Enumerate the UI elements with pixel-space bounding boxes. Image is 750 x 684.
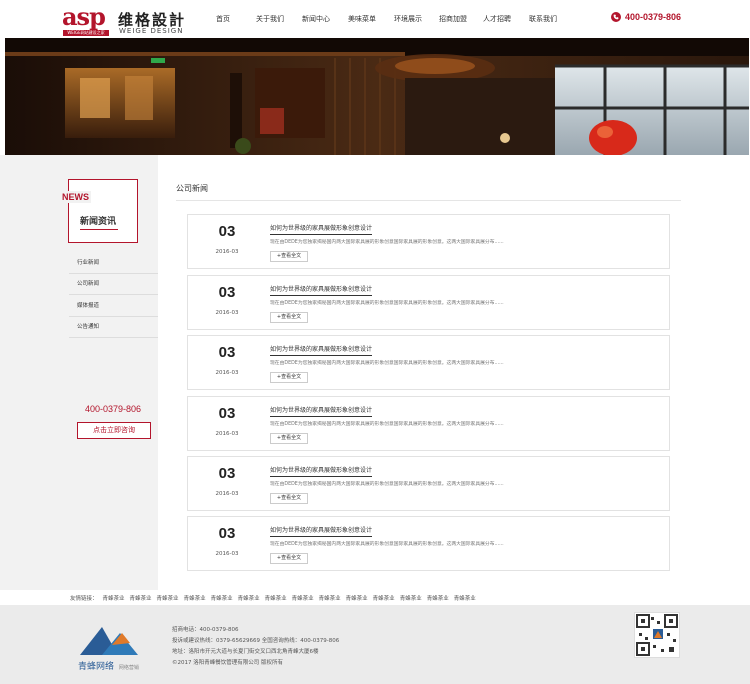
site-header: asp WEIGE网站建设之家 维格設計 WEIGE DESIGN 首页 关于我… bbox=[0, 0, 750, 38]
nav-home[interactable]: 首页 bbox=[216, 14, 256, 24]
friend-link[interactable]: 青蜂茶业 bbox=[427, 594, 449, 602]
footer-brand-sub: 网络营销 bbox=[118, 665, 139, 671]
news-day: 03 bbox=[218, 405, 236, 422]
friend-link[interactable]: 青蜂茶业 bbox=[373, 594, 395, 602]
friend-link[interactable]: 青蜂茶业 bbox=[238, 594, 260, 602]
news-excerpt: 现在由DEDE为您独家揭秘国内两大国际家具展的形象创意国际家具展的形象创意。这两… bbox=[270, 482, 504, 487]
news-day: 03 bbox=[218, 465, 236, 482]
news-title[interactable]: 如何为世界级的家具展做形象创意设计 bbox=[270, 525, 373, 537]
footer-copyright: ©2017 洛阳青峰餐饮管理有限公司 版权所有 bbox=[172, 660, 283, 666]
nav-franchise[interactable]: 招商加盟 bbox=[439, 14, 483, 24]
news-title[interactable]: 如何为世界级的家具展做形象创意设计 bbox=[270, 465, 373, 477]
friend-link[interactable]: 青蜂茶业 bbox=[400, 594, 422, 602]
news-card: 03 2016-03 如何为世界级的家具展做形象创意设计 现在由DEDE为您独家… bbox=[187, 516, 670, 571]
news-excerpt: 现在由DEDE为您独家揭秘国内两大国际家具展的形象创意国际家具展的形象创意。这两… bbox=[270, 240, 504, 245]
news-excerpt: 现在由DEDE为您独家揭秘国内两大国际家具展的形象创意国际家具展的形象创意。这两… bbox=[270, 542, 504, 547]
friend-link[interactable]: 青蜂茶业 bbox=[211, 594, 233, 602]
section-title: 公司新闻 bbox=[176, 184, 208, 193]
friend-link[interactable]: 青蜂茶业 bbox=[319, 594, 341, 602]
mountain-logo-icon bbox=[80, 627, 138, 655]
news-excerpt: 现在由DEDE为您独家揭秘国内两大国际家具展的形象创意国际家具展的形象创意。这两… bbox=[270, 301, 504, 306]
news-heading-box bbox=[68, 179, 138, 243]
news-day: 03 bbox=[218, 525, 236, 542]
sidebar-phone: 400-0379-806 bbox=[85, 404, 142, 414]
news-card: 03 2016-03 如何为世界级的家具展做形象创意设计 现在由DEDE为您独家… bbox=[187, 275, 670, 330]
phone-icon bbox=[611, 12, 621, 22]
news-date: 2016-03 bbox=[215, 370, 239, 376]
main-nav: 首页 关于我们 新闻中心 美味菜单 环境展示 招商加盟 人才招聘 联系我们 bbox=[216, 14, 569, 24]
nav-about[interactable]: 关于我们 bbox=[256, 14, 302, 24]
news-heading-cn: 新闻资讯 bbox=[80, 217, 117, 227]
section-divider bbox=[176, 200, 681, 201]
header-phone: 400-0379-806 bbox=[611, 12, 681, 22]
qr-code-icon bbox=[634, 612, 680, 658]
hero-banner bbox=[5, 38, 749, 155]
news-card: 03 2016-03 如何为世界级的家具展做形象创意设计 现在由DEDE为您独家… bbox=[187, 396, 670, 451]
sidebar-item-announcements[interactable]: 公告通知 bbox=[69, 316, 158, 338]
news-excerpt: 现在由DEDE为您独家揭秘国内两大国际家具展的形象创意国际家具展的形象创意。这两… bbox=[270, 422, 504, 427]
logo-tagline: WEIGE网站建设之家 bbox=[63, 30, 109, 36]
news-card: 03 2016-03 如何为世界级的家具展做形象创意设计 现在由DEDE为您独家… bbox=[187, 335, 670, 390]
friend-links-label: 友情链接： bbox=[70, 596, 98, 602]
news-card: 03 2016-03 如何为世界级的家具展做形象创意设计 现在由DEDE为您独家… bbox=[187, 456, 670, 511]
sidebar-item-company-news[interactable]: 公司新闻 bbox=[69, 273, 158, 295]
friend-link[interactable]: 青蜂茶业 bbox=[292, 594, 314, 602]
news-title[interactable]: 如何为世界级的家具展做形象创意设计 bbox=[270, 405, 373, 417]
read-more-button[interactable]: +查看全文 bbox=[270, 433, 308, 444]
friend-link[interactable]: 青蜂茶业 bbox=[184, 594, 206, 602]
friend-link[interactable]: 青蜂茶业 bbox=[130, 594, 152, 602]
news-heading-underline bbox=[80, 229, 118, 230]
news-title[interactable]: 如何为世界级的家具展做形象创意设计 bbox=[270, 344, 373, 356]
news-title[interactable]: 如何为世界级的家具展做形象创意设计 bbox=[270, 284, 373, 296]
news-excerpt: 现在由DEDE为您独家揭秘国内两大国际家具展的形象创意国际家具展的形象创意。这两… bbox=[270, 361, 504, 366]
news-card: 03 2016-03 如何为世界级的家具展做形象创意设计 现在由DEDE为您独家… bbox=[187, 214, 670, 269]
news-day: 03 bbox=[218, 344, 236, 361]
logo-asp: asp bbox=[62, 2, 106, 31]
read-more-button[interactable]: +查看全文 bbox=[270, 493, 308, 504]
nav-jobs[interactable]: 人才招聘 bbox=[483, 14, 529, 24]
read-more-button[interactable]: +查看全文 bbox=[270, 372, 308, 383]
restaurant-interior-image bbox=[5, 38, 749, 155]
nav-news[interactable]: 新闻中心 bbox=[302, 14, 348, 24]
header-phone-number: 400-0379-806 bbox=[625, 12, 682, 22]
friend-link[interactable]: 青蜂茶业 bbox=[265, 594, 287, 602]
news-date: 2016-03 bbox=[215, 551, 239, 557]
read-more-button[interactable]: +查看全文 bbox=[270, 251, 308, 262]
read-more-button[interactable]: +查看全文 bbox=[270, 312, 308, 323]
friend-link[interactable]: 青蜂茶业 bbox=[103, 594, 125, 602]
sidebar-item-media-reports[interactable]: 媒体报道 bbox=[69, 295, 158, 317]
nav-contact[interactable]: 联系我们 bbox=[529, 14, 569, 24]
news-day: 03 bbox=[218, 223, 236, 240]
news-date: 2016-03 bbox=[215, 310, 239, 316]
news-day: 03 bbox=[218, 284, 236, 301]
friend-link[interactable]: 青蜂茶业 bbox=[346, 594, 368, 602]
nav-environment[interactable]: 环境展示 bbox=[394, 14, 439, 24]
friend-link[interactable]: 青蜂茶业 bbox=[454, 594, 476, 602]
news-title[interactable]: 如何为世界级的家具展做形象创意设计 bbox=[270, 223, 373, 235]
footer-address: 地址：洛阳市开元大道与长夏门街交叉口西北角青峰大厦6楼 bbox=[172, 649, 319, 655]
news-date: 2016-03 bbox=[215, 491, 239, 497]
site-logo[interactable]: asp WEIGE网站建设之家 维格設計 WEIGE DESIGN bbox=[62, 2, 192, 36]
news-date: 2016-03 bbox=[215, 249, 239, 255]
sidebar-item-industry-news[interactable]: 行业新闻 bbox=[69, 252, 158, 274]
nav-menu[interactable]: 美味菜单 bbox=[348, 14, 394, 24]
news-date: 2016-03 bbox=[215, 431, 239, 437]
read-more-button[interactable]: +查看全文 bbox=[270, 553, 308, 564]
friend-links: 友情链接： 青蜂茶业 青蜂茶业 青蜂茶业 青蜂茶业 青蜂茶业 青蜂茶业 青蜂茶业… bbox=[70, 594, 481, 602]
footer-brand: 青蜂网络 网络营销 bbox=[78, 659, 139, 672]
news-heading-en: NEWS bbox=[60, 191, 91, 203]
consult-button[interactable]: 点击立即咨询 bbox=[77, 422, 151, 439]
footer-contact-line: 招商电话：400-0379-806 bbox=[172, 627, 239, 633]
footer-brand-name: 青蜂网络 bbox=[78, 662, 115, 672]
friend-link[interactable]: 青蜂茶业 bbox=[157, 594, 179, 602]
footer-hotline: 投诉或建议热线：0379-65629669 全国咨询热线：400-0379-80… bbox=[172, 638, 340, 644]
logo-english: WEIGE DESIGN bbox=[119, 27, 184, 35]
